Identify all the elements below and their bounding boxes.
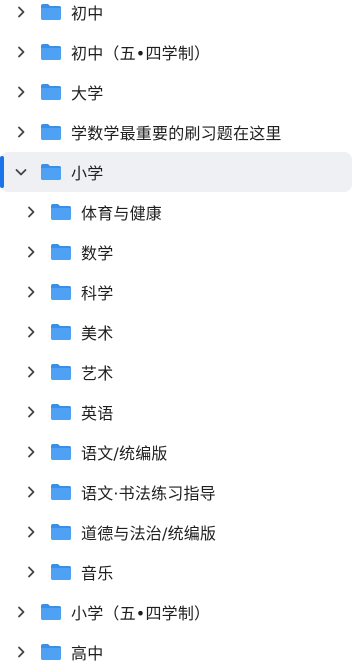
folder-icon bbox=[40, 643, 62, 661]
chevron-right-icon[interactable] bbox=[24, 205, 38, 219]
folder-icon bbox=[50, 363, 72, 381]
tree-item-label: 初中 bbox=[71, 4, 104, 23]
chevron-right-icon[interactable] bbox=[24, 485, 38, 499]
tree-item-xiaoxue[interactable]: 小学 bbox=[0, 152, 352, 192]
folder-icon bbox=[50, 403, 72, 421]
tree-item-label: 小学 bbox=[71, 164, 104, 183]
tree-item-gaozhong[interactable]: 高中 bbox=[0, 632, 352, 672]
tree-item-yuwen[interactable]: 语文/统编版 bbox=[0, 432, 352, 472]
tree-item-xiaoxue-54[interactable]: 小学（五•四学制） bbox=[0, 592, 352, 632]
chevron-right-icon[interactable] bbox=[24, 245, 38, 259]
tree-item-label: 语文·书法练习指导 bbox=[81, 484, 216, 503]
folder-icon bbox=[50, 283, 72, 301]
folder-tree: 初中 初中（五•四学制） 大学 学数学最重要的刷习题在这里 小学 体育与健康 数… bbox=[0, 0, 359, 672]
chevron-right-icon[interactable] bbox=[24, 285, 38, 299]
folder-icon bbox=[50, 323, 72, 341]
tree-item-label: 科学 bbox=[81, 284, 114, 303]
folder-icon bbox=[50, 243, 72, 261]
tree-item-yingyu[interactable]: 英语 bbox=[0, 392, 352, 432]
chevron-right-icon[interactable] bbox=[24, 365, 38, 379]
folder-icon bbox=[40, 163, 62, 181]
tree-item-kexue[interactable]: 科学 bbox=[0, 272, 352, 312]
tree-item-daode-fazhi[interactable]: 道德与法治/统编版 bbox=[0, 512, 352, 552]
tree-item-label: 小学（五•四学制） bbox=[71, 604, 211, 623]
folder-icon bbox=[50, 563, 72, 581]
chevron-right-icon[interactable] bbox=[24, 325, 38, 339]
chevron-right-icon[interactable] bbox=[24, 405, 38, 419]
chevron-right-icon[interactable] bbox=[24, 525, 38, 539]
tree-item-label: 初中（五•四学制） bbox=[71, 44, 211, 63]
tree-item-label: 体育与健康 bbox=[81, 204, 163, 223]
folder-icon bbox=[50, 523, 72, 541]
folder-icon bbox=[50, 203, 72, 221]
chevron-right-icon[interactable] bbox=[14, 605, 28, 619]
chevron-right-icon[interactable] bbox=[14, 45, 28, 59]
folder-icon bbox=[50, 483, 72, 501]
tree-item-chuzhong[interactable]: 初中 bbox=[0, 0, 352, 32]
tree-item-shuxue-xiti[interactable]: 学数学最重要的刷习题在这里 bbox=[0, 112, 352, 152]
tree-item-yishu[interactable]: 艺术 bbox=[0, 352, 352, 392]
tree-item-meishu[interactable]: 美术 bbox=[0, 312, 352, 352]
tree-item-label: 语文/统编版 bbox=[81, 444, 168, 463]
folder-icon bbox=[40, 83, 62, 101]
tree-item-label: 大学 bbox=[71, 84, 104, 103]
chevron-right-icon[interactable] bbox=[14, 645, 28, 659]
tree-item-label: 音乐 bbox=[81, 564, 114, 583]
tree-item-yuwen-shufa[interactable]: 语文·书法练习指导 bbox=[0, 472, 352, 512]
folder-icon bbox=[40, 3, 62, 21]
tree-item-daxue[interactable]: 大学 bbox=[0, 72, 352, 112]
chevron-down-icon[interactable] bbox=[14, 165, 28, 179]
tree-item-label: 道德与法治/统编版 bbox=[81, 524, 217, 543]
chevron-right-icon[interactable] bbox=[14, 5, 28, 19]
tree-item-label: 学数学最重要的刷习题在这里 bbox=[71, 124, 282, 143]
chevron-right-icon[interactable] bbox=[14, 125, 28, 139]
tree-item-yinyue[interactable]: 音乐 bbox=[0, 552, 352, 592]
selection-indicator bbox=[0, 156, 4, 188]
tree-item-label: 美术 bbox=[81, 324, 114, 343]
tree-item-shuxue[interactable]: 数学 bbox=[0, 232, 352, 272]
chevron-right-icon[interactable] bbox=[24, 565, 38, 579]
folder-icon bbox=[50, 443, 72, 461]
tree-item-chuzhong-54[interactable]: 初中（五•四学制） bbox=[0, 32, 352, 72]
tree-item-label: 英语 bbox=[81, 404, 114, 423]
folder-icon bbox=[40, 123, 62, 141]
folder-icon bbox=[40, 603, 62, 621]
tree-item-label: 艺术 bbox=[81, 364, 114, 383]
tree-item-label: 数学 bbox=[81, 244, 114, 263]
tree-item-label: 高中 bbox=[71, 644, 104, 663]
folder-icon bbox=[40, 43, 62, 61]
chevron-right-icon[interactable] bbox=[24, 445, 38, 459]
tree-item-tiyu[interactable]: 体育与健康 bbox=[0, 192, 352, 232]
chevron-right-icon[interactable] bbox=[14, 85, 28, 99]
